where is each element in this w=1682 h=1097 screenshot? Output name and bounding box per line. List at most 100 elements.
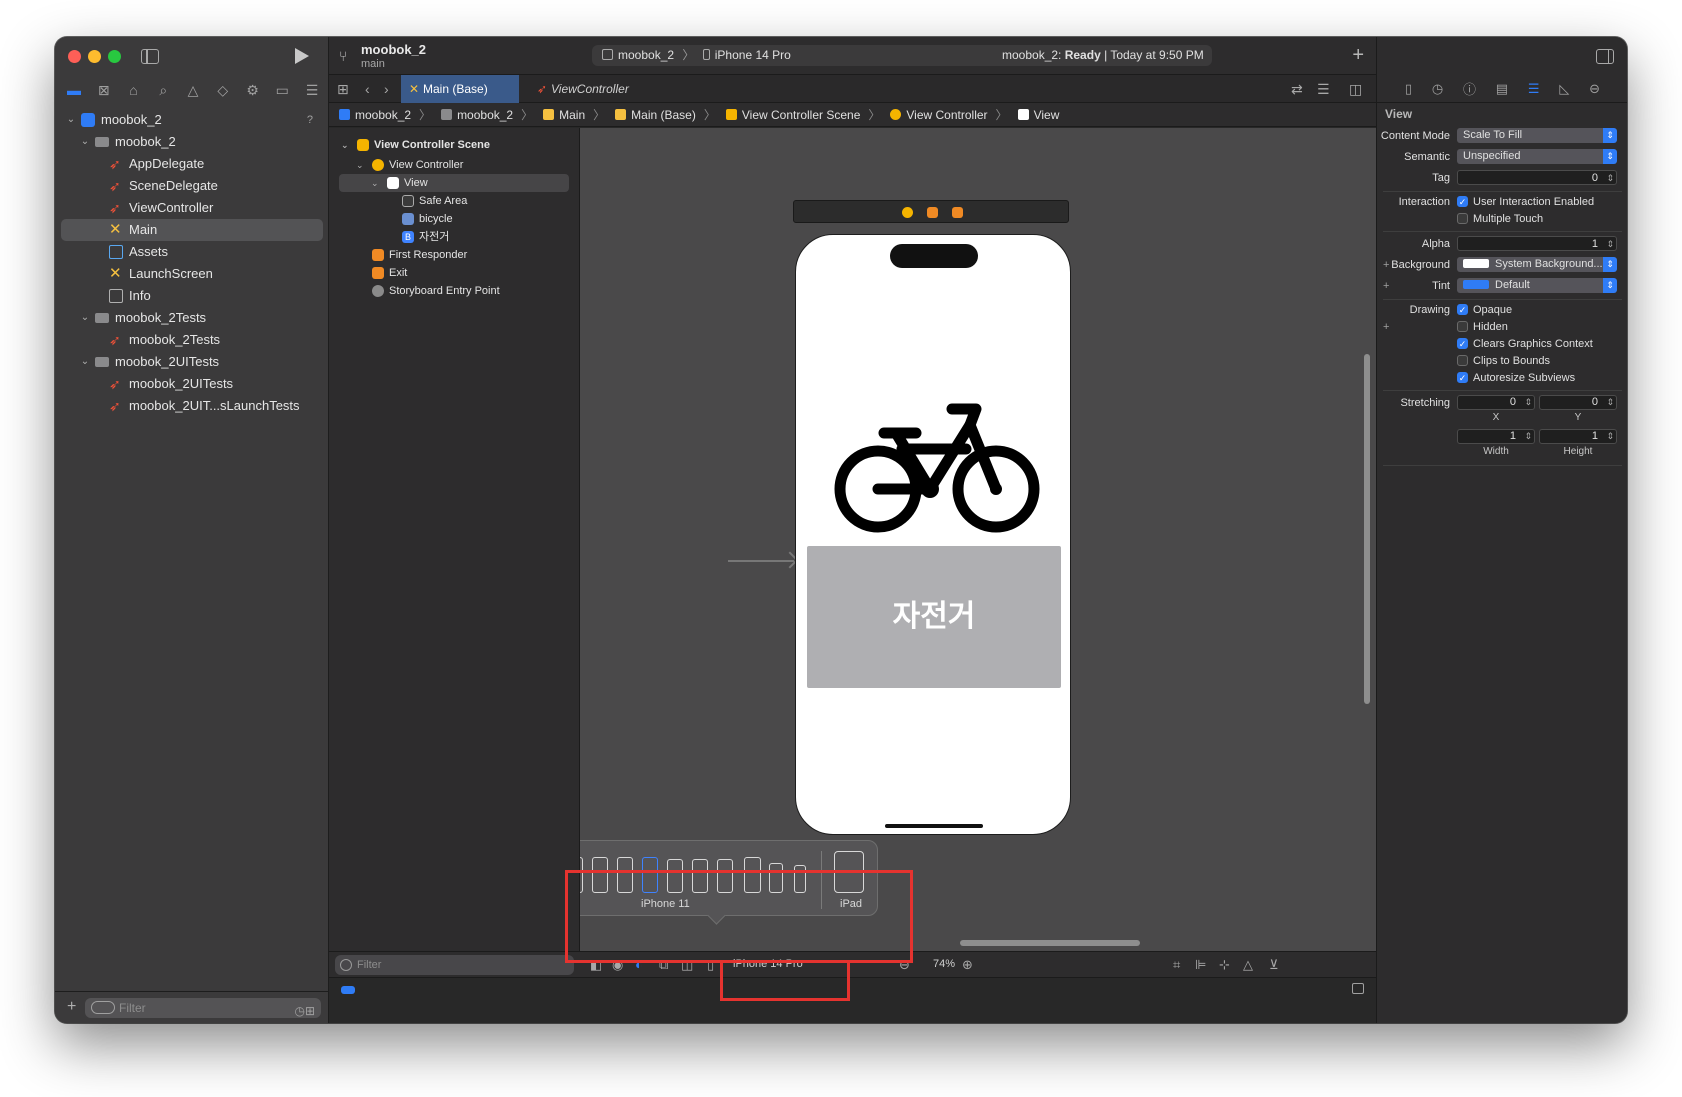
project-tree-item[interactable]: ⌄ moobok_2Tests bbox=[61, 307, 323, 329]
storyboard-entry-arrow[interactable] bbox=[728, 560, 794, 562]
clips-to-bounds-checkbox[interactable] bbox=[1457, 355, 1468, 366]
outline-item[interactable]: B 자전거 bbox=[329, 228, 579, 246]
add-icon[interactable]: + bbox=[67, 998, 76, 1016]
autoresize-checkbox[interactable]: ✓ bbox=[1457, 372, 1468, 383]
navigator-filter-input[interactable]: Filter ◷⊞ bbox=[85, 998, 321, 1018]
add-variation-icon[interactable]: + bbox=[1383, 278, 1389, 294]
related-items-icon[interactable]: ⇄ bbox=[1291, 81, 1303, 98]
back-chevron-icon[interactable]: ‹ bbox=[365, 81, 370, 97]
outline-item[interactable]: Safe Area bbox=[329, 192, 579, 210]
breadcrumb-item[interactable]: View Controller 〉 bbox=[890, 103, 1008, 127]
horizontal-scrollbar[interactable] bbox=[960, 940, 1140, 946]
tint-color-select[interactable]: Default bbox=[1457, 278, 1617, 293]
exit-dock-icon[interactable] bbox=[952, 207, 963, 218]
disclosure-chevron-icon[interactable]: ⌄ bbox=[371, 174, 379, 192]
debug-icon[interactable]: ⚙ bbox=[242, 82, 264, 99]
add-variation-icon[interactable]: + bbox=[1383, 257, 1389, 273]
connections-inspector-icon[interactable]: ⊖ bbox=[1589, 81, 1600, 97]
add-constraints-icon[interactable]: ⊹ bbox=[1219, 957, 1230, 973]
update-frames-icon[interactable]: ⌗ bbox=[1173, 957, 1180, 973]
report-icon[interactable]: ☰ bbox=[301, 82, 323, 99]
file-inspector-icon[interactable]: ▯ bbox=[1405, 81, 1412, 97]
embed-in-icon[interactable]: ⊻ bbox=[1269, 957, 1279, 973]
history-inspector-icon[interactable]: ◷ bbox=[1432, 81, 1443, 97]
tab-viewcontroller[interactable]: ➶ ViewController bbox=[529, 75, 659, 103]
symbol-icon[interactable]: ⌂ bbox=[123, 82, 145, 98]
vertical-scrollbar[interactable] bbox=[1364, 354, 1370, 704]
project-tree-item[interactable]: ✕ LaunchScreen bbox=[61, 263, 323, 285]
project-tree-item[interactable]: ⌄ moobok_2UITests bbox=[61, 351, 323, 373]
clears-graphics-checkbox[interactable]: ✓ bbox=[1457, 338, 1468, 349]
user-interaction-checkbox[interactable]: ✓ bbox=[1457, 196, 1468, 207]
project-tree-item[interactable]: ⌄ moobok_2? bbox=[61, 109, 323, 131]
alpha-stepper[interactable]: 1 bbox=[1457, 236, 1617, 251]
breadcrumb-item[interactable]: Main (Base) 〉 bbox=[615, 103, 716, 127]
opaque-checkbox[interactable]: ✓ bbox=[1457, 304, 1468, 315]
outline-item[interactable]: bicycle bbox=[329, 210, 579, 228]
filter-pill-icon[interactable] bbox=[341, 986, 355, 994]
recent-files-icon[interactable]: ◷⊞ bbox=[294, 1001, 315, 1021]
grid-icon[interactable]: ⊞ bbox=[337, 81, 349, 98]
close-window-button[interactable] bbox=[68, 50, 81, 63]
help-inspector-icon[interactable]: ⓘ bbox=[1463, 79, 1476, 98]
issue-icon[interactable]: △ bbox=[182, 82, 204, 99]
hidden-checkbox[interactable] bbox=[1457, 321, 1468, 332]
project-tree-item[interactable]: ✕ Main bbox=[61, 219, 323, 241]
outline-item[interactable]: ⌄ View Controller Scene bbox=[329, 136, 579, 154]
project-tree-item[interactable]: ➶ ViewController bbox=[61, 197, 323, 219]
minimize-window-button[interactable] bbox=[88, 50, 101, 63]
bicycle-image[interactable] bbox=[832, 397, 1044, 537]
iphone-frame[interactable]: 자전거 bbox=[795, 234, 1071, 835]
stretching-x-stepper[interactable]: 0 bbox=[1457, 395, 1535, 410]
attributes-inspector-icon[interactable]: ☰ bbox=[1528, 81, 1540, 97]
semantic-select[interactable]: Unspecified bbox=[1457, 149, 1617, 164]
project-tree-item[interactable]: Assets bbox=[61, 241, 323, 263]
filter-options-icon[interactable] bbox=[91, 1001, 115, 1014]
zoom-level[interactable]: 74% bbox=[933, 958, 955, 970]
tag-stepper[interactable]: 0 bbox=[1457, 170, 1617, 185]
project-tree-item[interactable]: Info bbox=[61, 285, 323, 307]
project-tree-item[interactable]: ⌄ moobok_2 bbox=[61, 131, 323, 153]
breadcrumb-item[interactable]: moobok_2 〉 bbox=[441, 103, 533, 127]
scheme-selector[interactable]: moobok_2 〉 iPhone 14 Pro bbox=[602, 45, 791, 66]
background-color-select[interactable]: System Background... bbox=[1457, 257, 1617, 272]
outline-item[interactable]: ⌄ View bbox=[339, 174, 569, 192]
run-button[interactable] bbox=[295, 48, 309, 64]
multiple-touch-checkbox[interactable] bbox=[1457, 213, 1468, 224]
project-tree-item[interactable]: ➶ SceneDelegate bbox=[61, 175, 323, 197]
breadcrumb-item[interactable]: Main 〉 bbox=[543, 103, 605, 127]
project-tree-item[interactable]: ➶ moobok_2Tests bbox=[61, 329, 323, 351]
destination-name[interactable]: iPhone 14 Pro bbox=[715, 48, 791, 62]
disclosure-chevron-icon[interactable]: ⌄ bbox=[356, 156, 364, 174]
editor-options-icon[interactable]: ☰ bbox=[1317, 81, 1330, 98]
sidebar-toggle-icon[interactable] bbox=[141, 49, 159, 64]
disclosure-chevron-icon[interactable]: ⌄ bbox=[79, 307, 91, 329]
identity-inspector-icon[interactable]: ▤ bbox=[1496, 81, 1508, 97]
breakpoint-icon[interactable]: ▭ bbox=[271, 82, 293, 99]
tab-main-base[interactable]: ✕ Main (Base) bbox=[401, 75, 519, 103]
test-icon[interactable]: ◇ bbox=[212, 82, 234, 99]
size-inspector-icon[interactable]: ◺ bbox=[1559, 81, 1569, 97]
breadcrumb-item[interactable]: moobok_2 〉 bbox=[339, 103, 431, 127]
add-variation-icon[interactable]: + bbox=[1383, 319, 1389, 335]
disclosure-chevron-icon[interactable]: ⌄ bbox=[341, 136, 349, 154]
disclosure-chevron-icon[interactable]: ⌄ bbox=[65, 109, 77, 131]
branch-name[interactable]: main bbox=[361, 58, 385, 70]
breadcrumb-item[interactable]: View Controller Scene 〉 bbox=[725, 103, 880, 127]
first-responder-dock-icon[interactable] bbox=[927, 207, 938, 218]
storyboard-canvas[interactable]: 자전거 iPhone 11 iPad bbox=[580, 128, 1376, 951]
project-tree-item[interactable]: ➶ AppDelegate bbox=[61, 153, 323, 175]
disclosure-chevron-icon[interactable]: ⌄ bbox=[79, 351, 91, 373]
zoom-in-icon[interactable]: ⊕ bbox=[962, 957, 973, 973]
align-icon[interactable]: ⊫ bbox=[1195, 957, 1206, 973]
project-tree-item[interactable]: ➶ moobok_2UIT...sLaunchTests bbox=[61, 395, 323, 417]
find-icon[interactable]: ⌕ bbox=[152, 82, 174, 99]
resolve-issues-icon[interactable]: △ bbox=[1243, 957, 1253, 973]
outline-item[interactable]: ⌄ View Controller bbox=[329, 156, 579, 174]
stretching-y-stepper[interactable]: 0 bbox=[1539, 395, 1617, 410]
source-control-icon[interactable]: ⊠ bbox=[93, 82, 115, 99]
folder-icon[interactable]: ▬ bbox=[63, 82, 85, 98]
content-mode-select[interactable]: Scale To Fill bbox=[1457, 128, 1617, 143]
outline-item[interactable]: Exit bbox=[329, 264, 579, 282]
breadcrumb-item[interactable]: View bbox=[1017, 103, 1059, 127]
